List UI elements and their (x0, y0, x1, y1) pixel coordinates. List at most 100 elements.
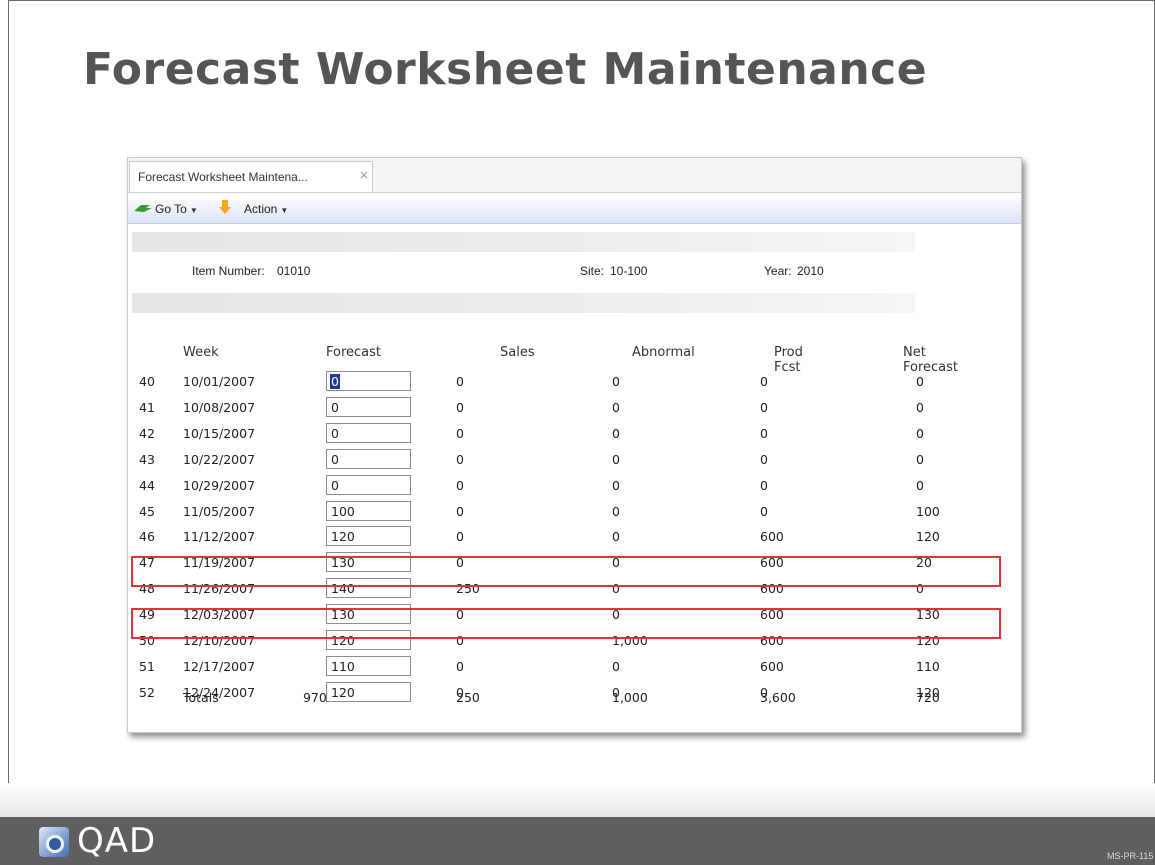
row-sales: 0 (456, 400, 464, 415)
row-prod-fcst: 0 (760, 400, 768, 415)
row-net-forecast: 0 (916, 452, 924, 467)
col-header-prod-fcst: Prod Fcst (774, 345, 803, 375)
row-net-forecast: 110 (916, 659, 940, 674)
row-abnormal: 0 (612, 452, 620, 467)
row-sales: 0 (456, 659, 464, 674)
app-window: Forecast Worksheet Maintena... × Go To ▼ … (127, 157, 1022, 733)
row-prod-fcst: 600 (760, 529, 784, 544)
row-abnormal: 0 (612, 478, 620, 493)
forecast-input[interactable]: 0 (326, 397, 411, 417)
row-number: 52 (139, 685, 155, 700)
row-sales: 0 (456, 374, 464, 389)
row-abnormal: 0 (612, 374, 620, 389)
forecast-input-value: 0 (330, 374, 340, 389)
forecast-input[interactable]: 0 (326, 371, 411, 391)
chevron-down-icon: ▼ (280, 206, 289, 215)
col-header-net-forecast: Net Forecast (903, 345, 959, 375)
site-value: 10-100 (610, 264, 648, 278)
row-number: 46 (139, 529, 155, 544)
row-number: 42 (139, 426, 155, 441)
footer-bar (0, 817, 1155, 865)
row-net-forecast: 0 (916, 400, 924, 415)
row-prod-fcst: 0 (760, 478, 768, 493)
forecast-input-value: 0 (331, 426, 339, 441)
col-header-week: Week (183, 345, 219, 360)
row-prod-fcst: 0 (760, 426, 768, 441)
row-week: 10/15/2007 (183, 426, 256, 441)
action-label: Action (244, 202, 278, 216)
row-week: 10/01/2007 (183, 374, 256, 389)
row-number: 51 (139, 659, 155, 674)
row-week: 10/29/2007 (183, 478, 256, 493)
row-prod-fcst: 0 (760, 452, 768, 467)
forecast-input[interactable]: 0 (326, 423, 411, 443)
row-prod-fcst: 0 (760, 504, 768, 519)
slide-title: Forecast Worksheet Maintenance (83, 44, 928, 95)
row-sales: 0 (456, 504, 464, 519)
row-abnormal: 0 (612, 426, 620, 441)
col-header-sales: Sales (500, 345, 535, 360)
qad-logo-text: QAD (77, 821, 157, 861)
row-prod-fcst: 600 (760, 659, 784, 674)
row-sales: 0 (456, 478, 464, 493)
row-sales: 0 (456, 426, 464, 441)
action-arrow-icon (219, 200, 231, 214)
goto-menu-button[interactable]: Go To ▼ (155, 202, 198, 216)
forecast-input-value: 110 (331, 659, 355, 674)
close-icon[interactable]: × (359, 168, 369, 182)
col-header-abnormal: Abnormal (632, 345, 695, 360)
header-band-top (132, 232, 915, 252)
totals-forecast: 970 (303, 690, 327, 705)
row-week: 10/22/2007 (183, 452, 256, 467)
row-abnormal: 0 (612, 529, 620, 544)
row-sales: 0 (456, 529, 464, 544)
year-label: Year: (764, 264, 792, 278)
forecast-input[interactable]: 0 (326, 449, 411, 469)
totals-label: Totals (183, 690, 219, 705)
col-header-forecast: Forecast (326, 345, 382, 360)
forecast-input-value: 120 (331, 685, 355, 700)
tab-forecast-worksheet[interactable]: Forecast Worksheet Maintena... × (129, 161, 373, 192)
row-number: 40 (139, 374, 155, 389)
tab-bar: Forecast Worksheet Maintena... × (128, 158, 1021, 193)
forecast-input[interactable]: 0 (326, 475, 411, 495)
forecast-input-value: 0 (331, 478, 339, 493)
totals-sales: 250 (456, 690, 480, 705)
row-number: 43 (139, 452, 155, 467)
slide: Forecast Worksheet Maintenance Forecast … (0, 0, 1155, 865)
row-week: 12/17/2007 (183, 659, 256, 674)
qad-logo-icon (39, 827, 69, 857)
row-week: 11/05/2007 (183, 504, 256, 519)
item-number-value: 01010 (277, 264, 311, 278)
chevron-down-icon: ▼ (189, 206, 198, 215)
row-number: 44 (139, 478, 155, 493)
totals-prod-fcst: 3,600 (760, 690, 796, 705)
site-label: Site: (580, 264, 605, 278)
row-net-forecast: 120 (916, 529, 940, 544)
highlight-week-48 (131, 556, 1001, 587)
row-number: 41 (139, 400, 155, 415)
row-abnormal: 0 (612, 400, 620, 415)
row-net-forecast: 0 (916, 478, 924, 493)
row-prod-fcst: 0 (760, 374, 768, 389)
row-sales: 0 (456, 452, 464, 467)
row-week: 10/08/2007 (183, 400, 256, 415)
forecast-input[interactable]: 100 (326, 501, 411, 521)
forecast-input-value: 120 (331, 529, 355, 544)
forecast-input[interactable]: 120 (326, 682, 411, 702)
forecast-input[interactable]: 110 (326, 656, 411, 676)
row-net-forecast: 100 (916, 504, 940, 519)
row-net-forecast: 0 (916, 426, 924, 441)
forecast-input-value: 0 (331, 452, 339, 467)
row-abnormal: 0 (612, 504, 620, 519)
forecast-input-value: 100 (331, 504, 355, 519)
forecast-input-value: 0 (331, 400, 339, 415)
action-menu-button[interactable]: Action ▼ (244, 202, 288, 216)
item-number-label: Item Number: (192, 264, 265, 278)
header-band-bottom (132, 293, 915, 313)
row-week: 11/12/2007 (183, 529, 256, 544)
totals-net-forecast: 720 (916, 690, 940, 705)
goto-label: Go To (155, 202, 187, 216)
forecast-input[interactable]: 120 (326, 526, 411, 546)
highlight-week-50 (131, 608, 1001, 639)
